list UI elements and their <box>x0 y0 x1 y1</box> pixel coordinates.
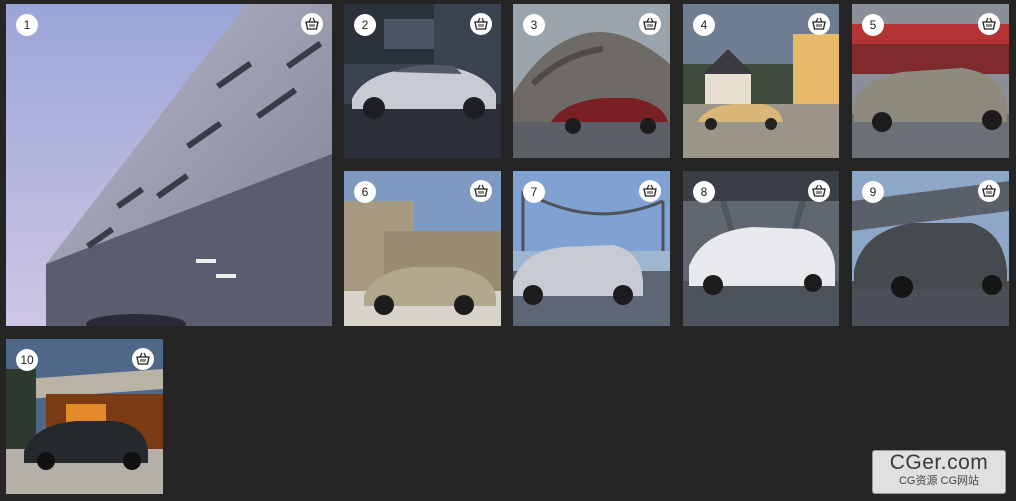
tile-number-badge: 3 <box>523 14 545 36</box>
gallery-tile-3[interactable]: 3 <box>513 4 670 158</box>
basket-icon <box>812 17 826 30</box>
add-to-basket-button[interactable] <box>132 348 154 370</box>
add-to-basket-button[interactable] <box>470 13 492 35</box>
tile-number-badge: 4 <box>693 14 715 36</box>
tile-number-badge: 6 <box>354 181 376 203</box>
tile-number-badge: 5 <box>862 14 884 36</box>
basket-icon <box>643 184 657 197</box>
render-image-building <box>6 4 332 326</box>
add-to-basket-button[interactable] <box>978 13 1000 35</box>
gallery-tile-2[interactable]: 2 <box>344 4 501 158</box>
watermark-title: CGer.com <box>889 451 989 474</box>
watermark-logo: CGer.com CG资源 CG网站 <box>872 450 1006 494</box>
add-to-basket-button[interactable] <box>808 13 830 35</box>
add-to-basket-button[interactable] <box>978 180 1000 202</box>
tile-number-badge: 9 <box>862 181 884 203</box>
gallery-tile-4[interactable]: 4 <box>683 4 839 158</box>
gallery-tile-5[interactable]: 5 <box>852 4 1009 158</box>
gallery-tile-1[interactable]: 1 <box>6 4 332 326</box>
add-to-basket-button[interactable] <box>301 13 323 35</box>
tile-number-badge: 10 <box>16 349 38 371</box>
gallery-tile-6[interactable]: 6 <box>344 171 501 326</box>
basket-icon <box>643 17 657 30</box>
basket-icon <box>474 184 488 197</box>
basket-icon <box>982 184 996 197</box>
add-to-basket-button[interactable] <box>639 180 661 202</box>
gallery-tile-10[interactable]: 10 <box>6 339 163 494</box>
basket-icon <box>812 184 826 197</box>
add-to-basket-button[interactable] <box>808 180 830 202</box>
tile-number-badge: 2 <box>354 14 376 36</box>
basket-icon <box>982 17 996 30</box>
gallery-tile-7[interactable]: 7 <box>513 171 670 326</box>
tile-number-badge: 8 <box>693 181 715 203</box>
add-to-basket-button[interactable] <box>639 13 661 35</box>
gallery-tile-9[interactable]: 9 <box>852 171 1009 326</box>
basket-icon <box>136 352 150 365</box>
watermark-subtitle: CG资源 CG网站 <box>898 475 980 487</box>
tile-number-badge: 7 <box>523 181 545 203</box>
gallery-tile-8[interactable]: 8 <box>683 171 839 326</box>
tile-number-badge: 1 <box>16 14 38 36</box>
add-to-basket-button[interactable] <box>470 180 492 202</box>
basket-icon <box>305 17 319 30</box>
basket-icon <box>474 17 488 30</box>
